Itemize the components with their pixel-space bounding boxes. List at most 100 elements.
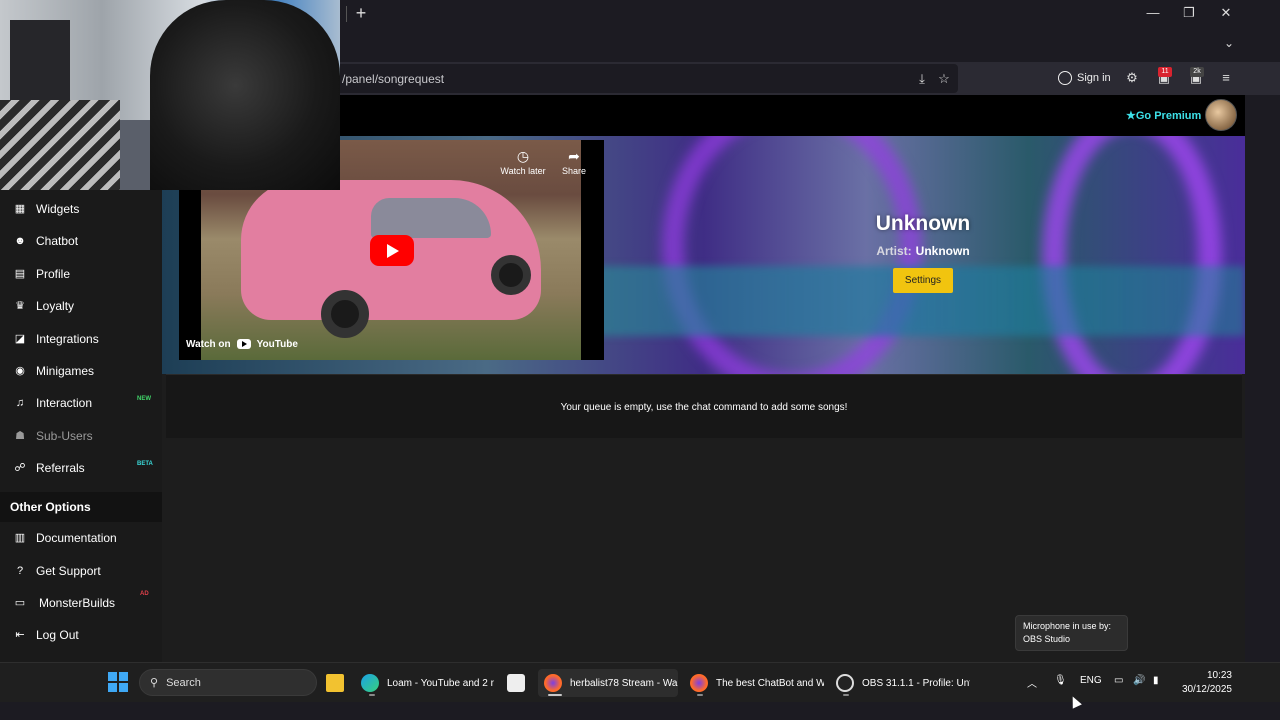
volume-icon[interactable]: 🔊 [1133,675,1145,686]
sidebar-item-chatbot[interactable]: ☻ Chatbot [0,227,162,255]
go-premium-label: Go Premium [1135,110,1202,122]
car-wheel [491,255,531,295]
taskbar-app-label: Loam - YouTube and 2 r [387,677,494,689]
sidebar-item-label: MonsterBuilds [39,596,116,610]
settings-button[interactable]: Settings [893,268,953,293]
play-button[interactable] [370,235,414,266]
users-icon: ☗ [15,430,25,442]
taskbar-app-edge[interactable]: Loam - YouTube and 2 r [361,669,496,697]
search-label: Search [166,676,201,689]
language-indicator[interactable]: ENG [1080,675,1102,686]
ad-badge: AD [140,591,149,597]
desktop-screen: + — ❐ ✕ ⌄ /panel/songrequest ⤓ ☆ Sign in… [0,0,1280,720]
share-button[interactable]: ➦ Share [548,148,600,176]
microphone-tooltip: Microphone in use by: OBS Studio [1015,615,1128,651]
restore-icon[interactable]: ❐ [1177,4,1201,22]
windows-start-icon[interactable] [108,672,128,692]
taskbar-app-firefox-stream[interactable]: herbalist78 Stream - Wa [538,669,678,697]
edge-icon [361,674,379,692]
sign-in-button[interactable]: Sign in [1058,68,1111,88]
store-app[interactable] [507,669,529,697]
clock-time: 10:23 [1206,670,1232,681]
taskbar-clock[interactable]: 10:23 30/12/2025 [1178,669,1232,697]
clock-date: 30/12/2025 [1181,684,1232,695]
show-hidden-icons-icon[interactable]: ︿ [1027,675,1037,690]
watch-later-label: Watch later [500,166,546,176]
sidebar-item-label: Referrals [36,461,85,475]
sidebar-item-referrals[interactable]: ☍ Referrals BETA [0,454,162,482]
network-icon[interactable]: ▭ [1114,675,1123,686]
widgets-icon: ▦ [14,203,26,215]
queue-empty-message: Your queue is empty, use the chat comman… [560,402,848,413]
taskbar-app-firefox-chatbot[interactable]: The best ChatBot and W [690,669,824,697]
sidebar-item-profile[interactable]: ▤ Profile [0,260,162,288]
watch-later-button[interactable]: ◷ Watch later [497,148,549,176]
url-text: /panel/songrequest [342,72,445,86]
other-options-title: Other Options [10,500,91,514]
youtube-label: YouTube [256,338,298,350]
song-title: Unknown [875,212,971,235]
book-icon: ▥ [14,532,26,544]
battery-icon[interactable]: ▮ [1153,675,1159,686]
taskbar-app-obs[interactable]: OBS 31.1.1 - Profile: Unti [836,669,970,697]
sidebar-item-monsterbuilds[interactable]: ▭ MonsterBuilds AD [0,589,162,617]
clock-icon: ◷ [516,148,530,164]
webcam-overlay [0,0,340,190]
taskbar-search[interactable]: ⚲ Search [139,669,317,696]
sidebar-item-label: Get Support [36,564,101,578]
tooltip-line-2: OBS Studio [1023,634,1071,644]
laptop-icon: ▭ [14,597,26,609]
taskbar: ⚲ Search Loam - YouTube and 2 r herbalis… [0,662,1280,702]
webcam-person [150,0,340,190]
taskbar-app-label: OBS 31.1.1 - Profile: Unti [862,677,970,689]
sidebar-item-label: Integrations [36,332,99,346]
sign-in-label: Sign in [1077,72,1111,84]
sidebar-item-interaction[interactable]: ♫ Interaction NEW [0,389,162,417]
minimize-icon[interactable]: — [1141,4,1165,22]
go-premium-link[interactable]: ★Go Premium [1126,109,1201,122]
bookmark-star-icon[interactable]: ☆ [936,71,952,87]
extensions-icon[interactable]: ⚙ [1123,69,1141,87]
car-wheel [321,290,369,338]
avatar[interactable] [1205,99,1237,131]
running-indicator [697,694,703,696]
logout-icon: ⇤ [15,629,25,641]
sidebar-item-integrations[interactable]: ◪ Integrations [0,325,162,353]
song-queue: Your queue is empty, use the chat comman… [166,374,1242,438]
download-icon[interactable]: ⤓ [914,71,930,87]
taskbar-app-label: The best ChatBot and W [716,677,824,689]
running-indicator [369,694,375,696]
sidebar-item-log-out[interactable]: ⇤ Log Out [0,621,162,649]
new-tab-button[interactable]: + [352,4,370,22]
folder-icon [326,674,344,692]
taskbar-app-label: herbalist78 Stream - Wa [570,677,678,689]
sidebar-item-label: Minigames [36,364,95,378]
sidebar-item-loyalty[interactable]: ♛ Loyalty [0,292,162,320]
active-indicator [548,694,562,696]
sidebar-item-label: Log Out [36,628,79,642]
sidebar-item-widgets[interactable]: ▦ Widgets [0,195,162,223]
tab-separator [346,6,347,22]
list-all-tabs-icon[interactable]: ⌄ [1220,36,1238,52]
watch-on-youtube-link[interactable]: Watch on YouTube [186,333,304,355]
store-icon [507,674,525,692]
sidebar-item-minigames[interactable]: ◉ Minigames [0,357,162,385]
song-request-panel: ◷ Watch later ➦ Share Watch on YouTube U… [162,136,1245,662]
sidebar-item-label: Interaction [36,396,93,410]
watch-on-label: Watch on [186,338,231,350]
sidebar-item-documentation[interactable]: ▥ Documentation [0,524,162,552]
file-explorer-app[interactable] [326,669,348,697]
menu-icon[interactable]: ≡ [1217,69,1235,87]
banner-glow [1042,136,1222,374]
puzzle-icon: ◪ [14,333,26,345]
car-window [371,198,491,238]
gamepad-icon: ◉ [15,365,25,377]
help-icon: ? [16,565,24,577]
sidebar-item-get-support[interactable]: ? Get Support [0,557,162,585]
firefox-icon [690,674,708,692]
address-bar[interactable]: /panel/songrequest ⤓ ☆ [330,64,958,93]
close-window-icon[interactable]: ✕ [1214,4,1238,22]
microphone-icon[interactable]: 🎙 [1054,675,1067,686]
sidebar-item-sub-users[interactable]: ☗ Sub-Users [0,422,162,450]
youtube-logo-icon [236,339,251,349]
